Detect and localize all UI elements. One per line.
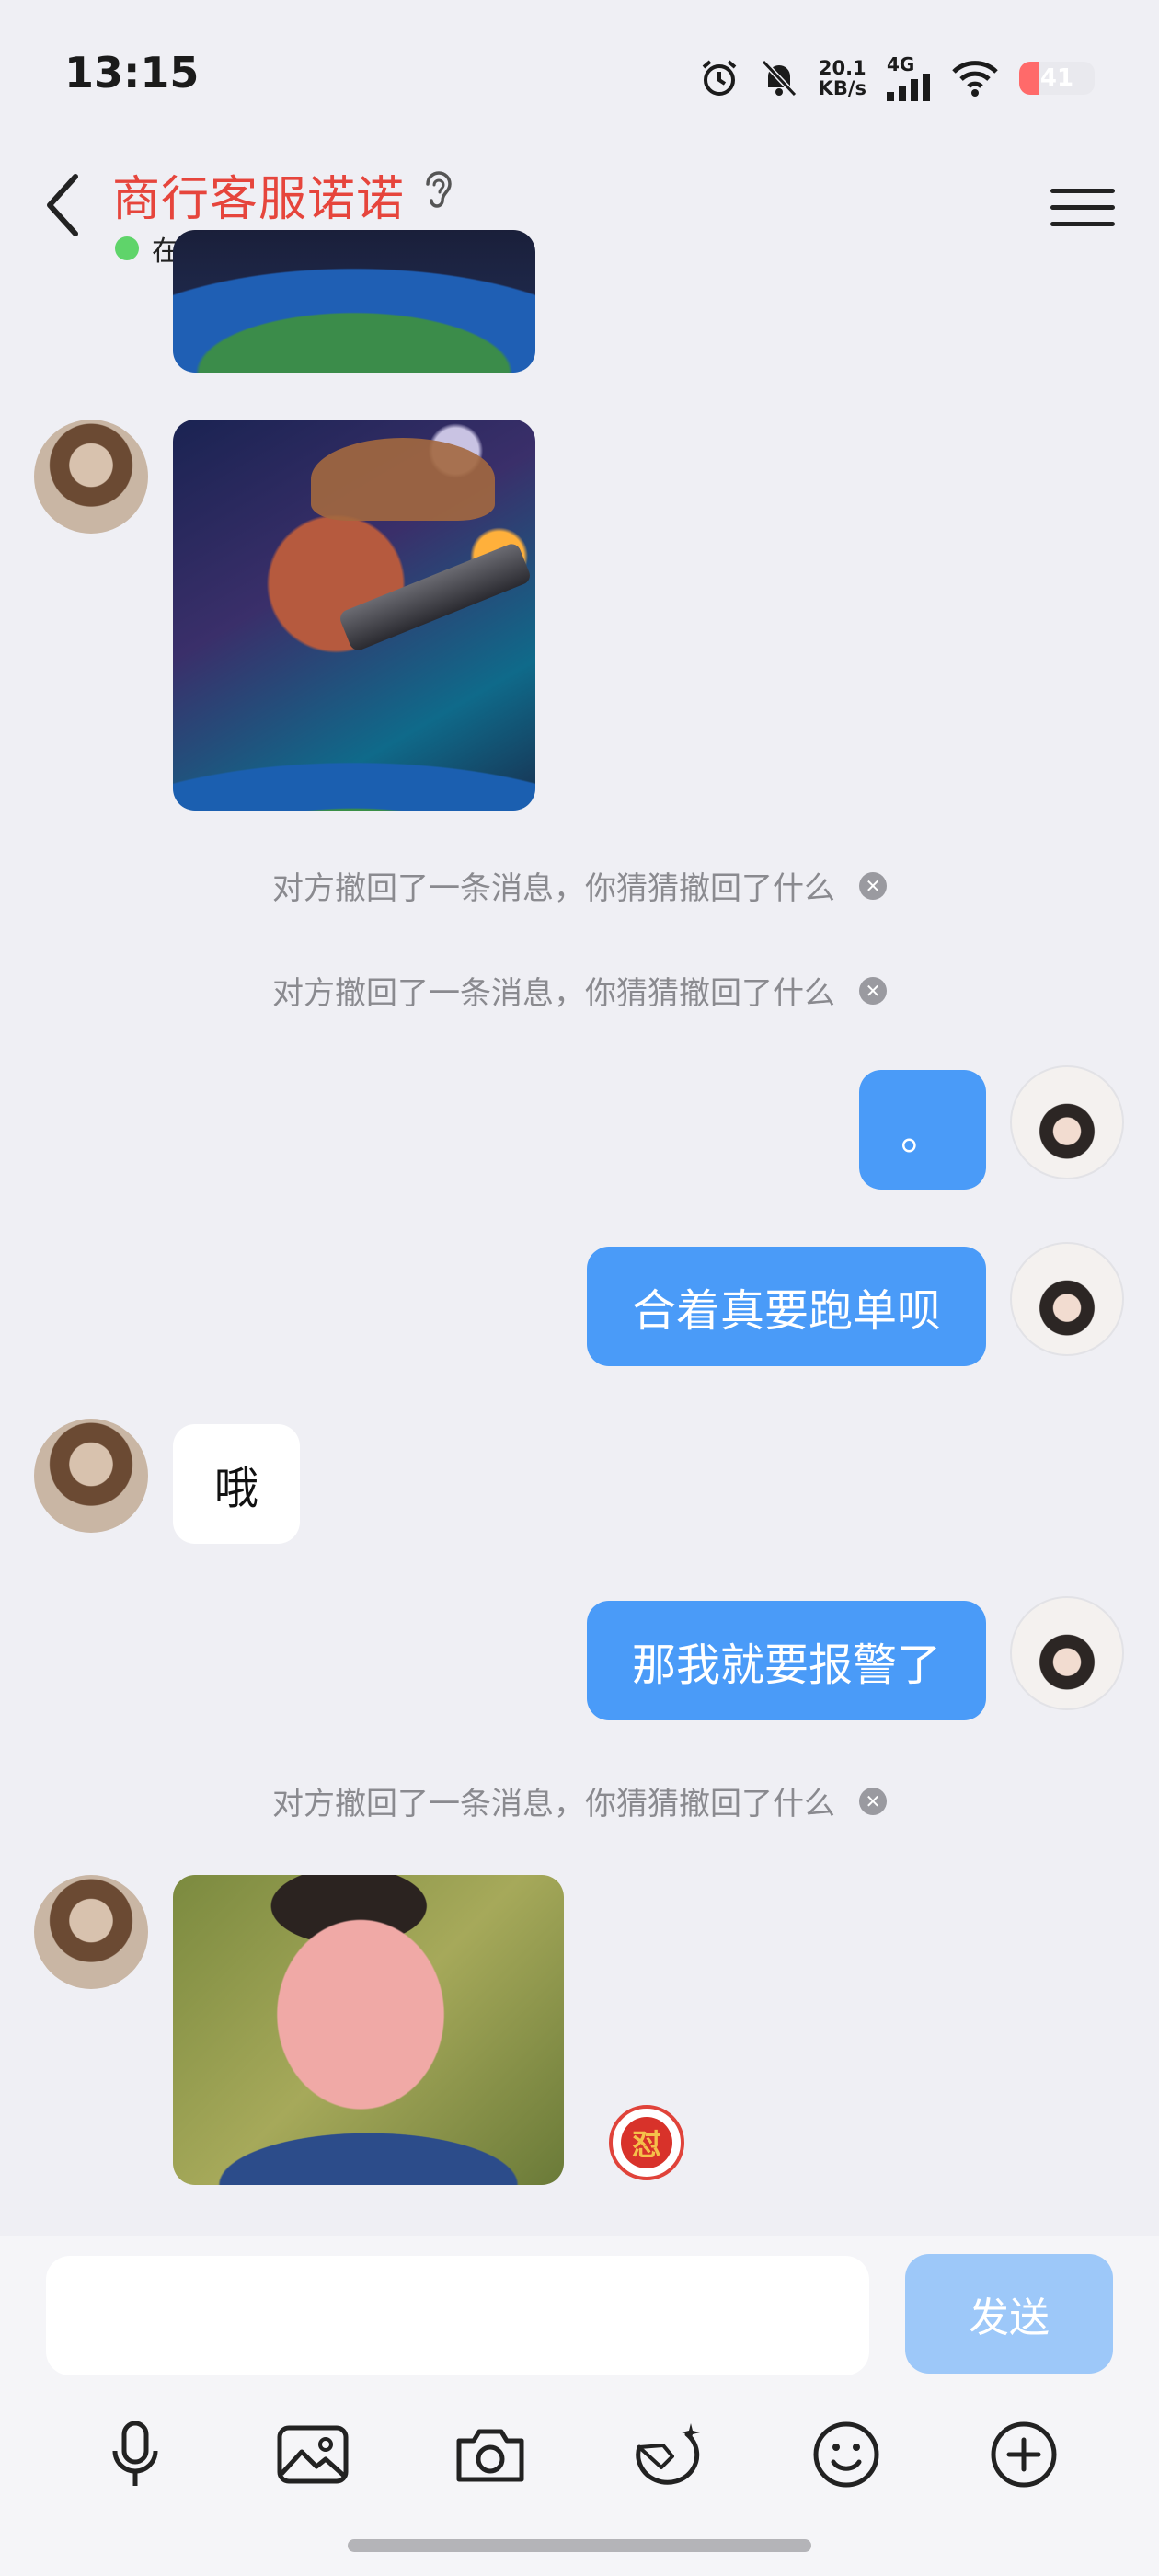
online-dot — [115, 236, 139, 260]
menu-button[interactable] — [1050, 175, 1115, 239]
recall-notice: 对方撤回了一条消息，你猜猜撤回了什么 ✕ — [0, 968, 1159, 1013]
face-meme-image-message[interactable] — [173, 1875, 564, 2185]
menu-line — [1050, 204, 1115, 210]
outgoing-message[interactable]: 合着真要跑单呗 — [587, 1247, 986, 1366]
recall-text: 对方撤回了一条消息，你猜猜撤回了什么 — [272, 870, 835, 907]
net-speed: 20.1 KB/s — [819, 58, 866, 98]
close-icon[interactable]: ✕ — [859, 1787, 887, 1815]
my-avatar[interactable] — [1010, 1065, 1124, 1179]
cannon-shape — [338, 541, 533, 653]
alarm-icon — [702, 60, 736, 96]
chevron-left-icon — [47, 174, 78, 236]
home-indicator[interactable] — [348, 2539, 811, 2552]
reaction-label: 怼 — [621, 2117, 672, 2168]
outgoing-message[interactable]: 。 — [859, 1070, 986, 1190]
clock: 13:15 — [64, 48, 200, 98]
voice-button[interactable] — [94, 2413, 177, 2496]
my-avatar[interactable] — [1010, 1596, 1124, 1710]
back-button[interactable] — [35, 164, 90, 247]
gallery-button[interactable] — [271, 2413, 354, 2496]
outgoing-message[interactable]: 那我就要报警了 — [587, 1601, 986, 1720]
message-text: 哦 — [213, 1463, 258, 1514]
sticker-button[interactable] — [627, 2413, 710, 2496]
input-toolbar — [0, 2409, 1159, 2501]
my-avatar[interactable] — [1010, 1242, 1124, 1356]
plus-icon — [991, 2421, 1057, 2488]
status-bar: 13:15 20.1 KB/s 4G 41 — [0, 0, 1159, 156]
close-icon[interactable]: ✕ — [859, 976, 887, 1005]
signal-icon — [887, 74, 930, 101]
sticker-icon — [635, 2423, 700, 2485]
recall-text: 对方撤回了一条消息，你猜猜撤回了什么 — [272, 1786, 835, 1823]
wifi-icon — [952, 61, 998, 97]
incoming-message[interactable]: 哦 — [173, 1424, 300, 1544]
battery-icon: 41 — [1019, 62, 1095, 95]
status-icons: 20.1 KB/s 4G 41 — [699, 51, 1095, 106]
contact-avatar[interactable] — [34, 420, 148, 534]
message-text: 那我就要报警了 — [631, 1639, 941, 1691]
camera-icon — [456, 2429, 524, 2482]
more-button[interactable] — [982, 2413, 1065, 2496]
recall-notice: 对方撤回了一条消息，你猜猜撤回了什么 ✕ — [0, 1778, 1159, 1823]
message-text: 合着真要跑单呗 — [631, 1285, 941, 1337]
chat-title[interactable]: 商行客服诺诺 — [112, 160, 405, 229]
net-speed-value: 20.1 — [818, 57, 866, 79]
close-icon[interactable]: ✕ — [859, 871, 887, 900]
cell-signal: 4G — [887, 55, 931, 101]
emoji-icon — [813, 2421, 879, 2488]
message-text: 。 — [900, 1109, 945, 1160]
menu-line — [1050, 188, 1115, 193]
microphone-icon — [112, 2421, 158, 2486]
moose-image-message[interactable] — [173, 420, 535, 811]
menu-line — [1050, 221, 1115, 226]
emoji-button[interactable] — [805, 2413, 888, 2496]
ear-icon[interactable] — [419, 167, 455, 213]
battery-fill — [1019, 62, 1039, 95]
network-type: 4G — [887, 53, 915, 75]
contact-avatar[interactable] — [34, 1875, 148, 1989]
battery-level: 41 — [1039, 64, 1074, 92]
moose-antler-shape — [311, 438, 495, 521]
contact-avatar[interactable] — [34, 1419, 148, 1533]
message-input[interactable] — [46, 2256, 869, 2375]
net-speed-unit: KB/s — [818, 77, 866, 99]
gallery-icon — [277, 2425, 349, 2484]
recall-notice: 对方撤回了一条消息，你猜猜撤回了什么 ✕ — [0, 863, 1159, 908]
chat-screen: 13:15 20.1 KB/s 4G 41 商行客服诺诺 对方撤回了一条消息，你… — [0, 0, 1159, 2576]
recall-text: 对方撤回了一条消息，你猜猜撤回了什么 — [272, 975, 835, 1012]
reaction-badge[interactable]: 怼 — [609, 2105, 684, 2180]
camera-button[interactable] — [449, 2413, 532, 2496]
mute-bell-icon — [761, 59, 797, 98]
send-button[interactable]: 发送 — [905, 2254, 1113, 2374]
input-area: 发送 — [0, 2236, 1159, 2576]
earth-image-message[interactable] — [173, 230, 535, 373]
